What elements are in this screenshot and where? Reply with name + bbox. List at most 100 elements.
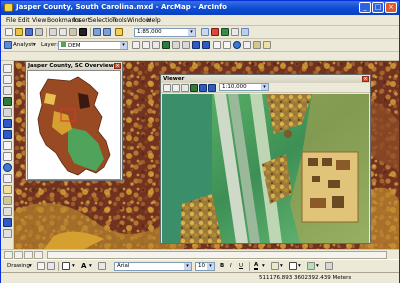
chevron-down-icon[interactable]: ▾ (89, 263, 92, 269)
overview-map[interactable] (27, 70, 121, 180)
pan-icon[interactable] (3, 86, 12, 95)
viewer-globe-icon[interactable] (190, 84, 198, 92)
underline-button[interactable]: U (239, 263, 243, 269)
back-arrow-icon[interactable] (3, 119, 12, 128)
select-elements-icon[interactable] (223, 41, 231, 49)
viewer-scale-field[interactable]: 1:10,000 ▾ (219, 83, 269, 91)
paste-icon[interactable] (69, 28, 77, 36)
copy-icon[interactable] (59, 28, 67, 36)
hyperlink-icon[interactable] (263, 41, 271, 49)
viewer-zoom-in-icon[interactable] (163, 84, 171, 92)
font-size-select[interactable]: 10 ▾ (195, 262, 215, 271)
fill-color-icon[interactable] (271, 262, 279, 270)
zoom-out-icon[interactable] (142, 41, 150, 49)
full-extent-icon[interactable] (162, 41, 170, 49)
undo-icon[interactable] (93, 28, 101, 36)
print-icon[interactable] (35, 28, 43, 36)
route-icon[interactable] (3, 207, 12, 216)
arctoolbox-icon[interactable] (211, 28, 219, 36)
viewer-map[interactable] (162, 94, 369, 243)
maximize-button[interactable]: □ (372, 2, 384, 13)
chevron-down-icon[interactable]: ▾ (72, 263, 75, 269)
command-line-icon[interactable] (231, 28, 239, 36)
forward-icon[interactable] (202, 41, 210, 49)
line-color-icon[interactable] (289, 262, 297, 270)
viewer-forward-icon[interactable] (208, 84, 216, 92)
map-display[interactable]: Jasper County, SC Overview × Viewer × 1:… (14, 61, 399, 249)
select-elements-icon[interactable] (37, 262, 45, 270)
drawing-menu[interactable]: Drawing (7, 263, 30, 269)
back-icon[interactable] (192, 41, 200, 49)
measure-icon[interactable] (3, 196, 12, 205)
fixed-zoom-out-icon[interactable] (182, 41, 190, 49)
menu-tools[interactable]: Tools (112, 17, 127, 24)
find-icon[interactable] (3, 174, 12, 183)
italic-button[interactable]: I (230, 263, 232, 269)
chevron-down-icon[interactable]: ▾ (280, 263, 283, 269)
cut-icon[interactable] (49, 28, 57, 36)
swipe-icon[interactable] (3, 218, 12, 227)
delete-icon[interactable] (79, 28, 87, 36)
rectangle-icon[interactable] (62, 262, 70, 270)
find-icon[interactable] (243, 41, 251, 49)
analyst-menu[interactable]: Analyst (13, 42, 33, 48)
save-icon[interactable] (25, 28, 33, 36)
pointer-icon[interactable] (3, 152, 12, 161)
menu-insert[interactable]: Insert (73, 17, 90, 24)
chevron-down-icon[interactable]: ▾ (184, 263, 191, 270)
menu-edit[interactable]: Edit (18, 17, 30, 24)
overview-close-icon[interactable]: × (114, 63, 121, 69)
font-name-select[interactable]: Arial ▾ (114, 262, 192, 271)
select-features-icon[interactable] (213, 41, 221, 49)
horizontal-scrollbar[interactable] (47, 251, 387, 259)
refresh-icon[interactable] (24, 251, 33, 259)
chevron-down-icon[interactable]: ▾ (120, 42, 127, 49)
chevron-down-icon[interactable]: ▾ (188, 29, 195, 36)
chevron-down-icon[interactable]: ▾ (207, 263, 214, 270)
fixed-zoom-icon[interactable] (3, 108, 12, 117)
viewer-back-icon[interactable] (199, 84, 207, 92)
info-icon[interactable] (3, 163, 12, 172)
viewer-close-icon[interactable]: × (362, 76, 369, 82)
rotate-icon[interactable] (47, 262, 55, 270)
zoom-in-icon[interactable] (3, 64, 12, 73)
time-slider-icon[interactable] (3, 229, 12, 238)
menu-file[interactable]: File (6, 17, 16, 24)
chevron-down-icon[interactable]: ▾ (261, 84, 268, 90)
pause-drawing-icon[interactable] (34, 251, 43, 259)
overview-window[interactable]: Jasper County, SC Overview × (25, 61, 123, 181)
chevron-down-icon[interactable]: ▾ (262, 263, 265, 269)
minimize-button[interactable]: _ (359, 2, 371, 13)
chevron-down-icon[interactable]: ▾ (29, 263, 32, 269)
viewer-zoom-out-icon[interactable] (172, 84, 180, 92)
viewer-window[interactable]: Viewer × 1:10,000 ▾ (160, 74, 371, 244)
text-icon[interactable]: A (81, 262, 86, 270)
map-scale-field[interactable]: 1:85,000 ▾ (134, 28, 196, 37)
catalog-icon[interactable] (221, 28, 229, 36)
layer-select[interactable]: DEM ▾ (58, 41, 128, 50)
layout-view-tab[interactable] (14, 251, 23, 259)
font-color-button[interactable]: A (254, 262, 259, 270)
editor-toolbar-icon[interactable] (201, 28, 209, 36)
globe-icon[interactable] (3, 97, 12, 106)
new-icon[interactable] (5, 28, 13, 36)
close-button[interactable]: × (385, 2, 397, 13)
chevron-down-icon[interactable]: ▾ (316, 263, 319, 269)
fixed-zoom-in-icon[interactable] (172, 41, 180, 49)
menu-help[interactable]: Help (147, 17, 161, 24)
identify-icon[interactable] (233, 41, 241, 49)
help-icon[interactable] (241, 28, 249, 36)
lightning-icon[interactable] (3, 185, 12, 194)
chevron-down-icon[interactable]: ▾ (33, 42, 36, 48)
marker-color-icon[interactable] (307, 262, 315, 270)
menu-view[interactable]: View (32, 17, 46, 24)
shadow-color-icon[interactable] (325, 262, 333, 270)
add-data-icon[interactable] (115, 28, 123, 36)
zoom-out-icon[interactable] (3, 75, 12, 84)
data-view-tab[interactable] (4, 251, 13, 259)
pan-icon[interactable] (152, 41, 160, 49)
bold-button[interactable]: B (220, 263, 224, 269)
chevron-down-icon[interactable]: ▾ (298, 263, 301, 269)
forward-arrow-icon[interactable] (3, 130, 12, 139)
measure-icon[interactable] (253, 41, 261, 49)
